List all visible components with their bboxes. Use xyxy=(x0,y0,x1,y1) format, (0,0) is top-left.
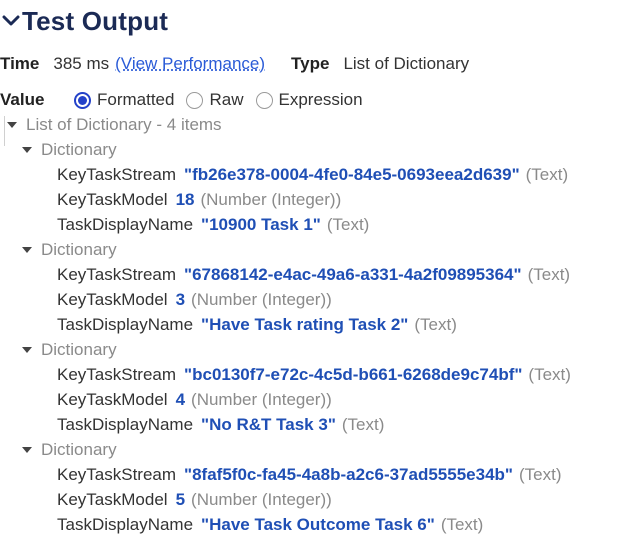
view-performance-link[interactable]: (View Performance) xyxy=(115,54,265,74)
dict-entry-row: TaskDisplayName "No R&T Task 3" (Text) xyxy=(57,412,384,437)
dictionary-label: Dictionary xyxy=(41,339,117,359)
entry-type: (Text) xyxy=(326,214,370,234)
dict-entry-row: TaskDisplayName "10900 Task 1" (Text) xyxy=(57,212,369,237)
entry-key: TaskDisplayName xyxy=(57,414,194,434)
radio-unselected-icon xyxy=(255,91,273,109)
dict-entry-row: TaskDisplayName "Have Task rating Task 2… xyxy=(57,312,457,337)
caret-down-icon[interactable] xyxy=(21,444,33,456)
caret-down-icon[interactable] xyxy=(21,344,33,356)
entry-type: (Number (Integer)) xyxy=(191,289,332,309)
entry-key: TaskDisplayName xyxy=(57,214,194,234)
caret-down-icon[interactable] xyxy=(21,244,33,256)
dict-entry-row: KeyTaskModel 4 (Number (Integer)) xyxy=(57,387,332,412)
radio-selected-icon xyxy=(74,91,91,109)
entry-value: "No R&T Task 3" xyxy=(201,414,336,434)
dictionary-row[interactable]: Dictionary xyxy=(21,137,117,162)
entry-value: 18 xyxy=(175,189,195,209)
dict-entry-row: KeyTaskStream "8faf5f0c-fa45-4a8b-a2c6-3… xyxy=(57,462,561,487)
entry-key: TaskDisplayName xyxy=(57,514,194,534)
radio-unselected-icon xyxy=(186,91,204,109)
test-output-panel: Test Output Time 385 ms (View Performanc… xyxy=(0,0,637,555)
caret-down-icon[interactable] xyxy=(6,119,18,131)
entry-key: KeyTaskStream xyxy=(57,464,177,484)
value-mode-row: Value Formatted Raw Expression xyxy=(0,88,375,112)
type-value: List of Dictionary xyxy=(343,54,470,73)
dictionary-row[interactable]: Dictionary xyxy=(21,437,117,462)
time-value: 385 ms xyxy=(53,54,110,73)
entry-key: KeyTaskStream xyxy=(57,364,177,384)
type-label: Type xyxy=(291,54,330,73)
entry-key: KeyTaskModel xyxy=(57,489,168,509)
entry-type: (Text) xyxy=(527,264,571,284)
caret-down-icon[interactable] xyxy=(21,144,33,156)
entry-key: TaskDisplayName xyxy=(57,314,194,334)
entry-value: "fb26e378-0004-4fe0-84e5-0693eea2d639" xyxy=(184,164,520,184)
entry-value: "8faf5f0c-fa45-4a8b-a2c6-37ad5555e34b" xyxy=(184,464,513,484)
entry-key: KeyTaskModel xyxy=(57,289,168,309)
page-title: Test Output xyxy=(22,5,169,36)
dict-entry-row: KeyTaskStream "67868142-e4ac-49a6-a331-4… xyxy=(57,262,570,287)
entry-type: (Text) xyxy=(518,464,562,484)
entry-type: (Text) xyxy=(528,364,571,384)
formatted-radio-label: Formatted xyxy=(97,90,175,109)
dict-entry-row: KeyTaskModel 18 (Number (Integer)) xyxy=(57,187,341,212)
dictionary-label: Dictionary xyxy=(41,139,117,159)
dict-entry-row: KeyTaskStream "fb26e378-0004-4fe0-84e5-0… xyxy=(57,162,568,187)
entry-type: (Text) xyxy=(341,414,385,434)
entry-value: "bc0130f7-e72c-4c5d-b661-6268de9c74bf" xyxy=(184,364,523,384)
raw-radio[interactable]: Raw xyxy=(186,90,244,110)
dict-entry-row: KeyTaskModel 3 (Number (Integer)) xyxy=(57,287,332,312)
entry-type: (Text) xyxy=(414,314,457,334)
tree-root-row[interactable]: List of Dictionary - 4 items xyxy=(6,112,222,137)
entry-value: "67868142-e4ac-49a6-a331-4a2f09895364" xyxy=(184,264,522,284)
dictionary-label: Dictionary xyxy=(41,439,117,459)
entry-key: KeyTaskStream xyxy=(57,164,177,184)
entry-type: (Text) xyxy=(440,514,484,534)
expression-radio-label: Expression xyxy=(278,90,363,109)
test-output-header[interactable]: Test Output xyxy=(0,4,168,38)
expression-radio[interactable]: Expression xyxy=(255,90,363,110)
formatted-radio[interactable]: Formatted xyxy=(74,90,174,110)
dict-entry-row: TaskDisplayName "Have Task Outcome Task … xyxy=(57,512,483,537)
dict-entry-row: KeyTaskModel 5 (Number (Integer)) xyxy=(57,487,332,512)
entry-value: "Have Task rating Task 2" xyxy=(201,314,409,334)
entry-type: (Number (Integer)) xyxy=(200,189,342,209)
entry-value: 3 xyxy=(175,289,186,309)
meta-row: Time 385 ms (View Performance) Type List… xyxy=(0,52,469,76)
entry-type: (Text) xyxy=(525,164,569,184)
tree-guide-line xyxy=(4,116,5,146)
entry-value: "10900 Task 1" xyxy=(201,214,321,234)
dictionary-row[interactable]: Dictionary xyxy=(21,237,117,262)
entry-type: (Number (Integer)) xyxy=(191,489,332,509)
entry-key: KeyTaskModel xyxy=(57,389,168,409)
raw-radio-label: Raw xyxy=(209,90,244,109)
dictionary-row[interactable]: Dictionary xyxy=(21,337,117,362)
entry-value: 4 xyxy=(175,389,186,409)
dictionary-label: Dictionary xyxy=(41,239,117,259)
tree-root-label: List of Dictionary - 4 items xyxy=(26,114,222,134)
chevron-down-icon[interactable] xyxy=(0,10,22,32)
entry-type: (Number (Integer)) xyxy=(191,389,332,409)
dict-entry-row: KeyTaskStream "bc0130f7-e72c-4c5d-b661-6… xyxy=(57,362,571,387)
time-label: Time xyxy=(0,54,40,73)
value-label: Value xyxy=(0,90,45,109)
entry-value: 5 xyxy=(175,489,186,509)
entry-value: "Have Task Outcome Task 6" xyxy=(201,514,435,534)
entry-key: KeyTaskStream xyxy=(57,264,177,284)
entry-key: KeyTaskModel xyxy=(57,189,168,209)
